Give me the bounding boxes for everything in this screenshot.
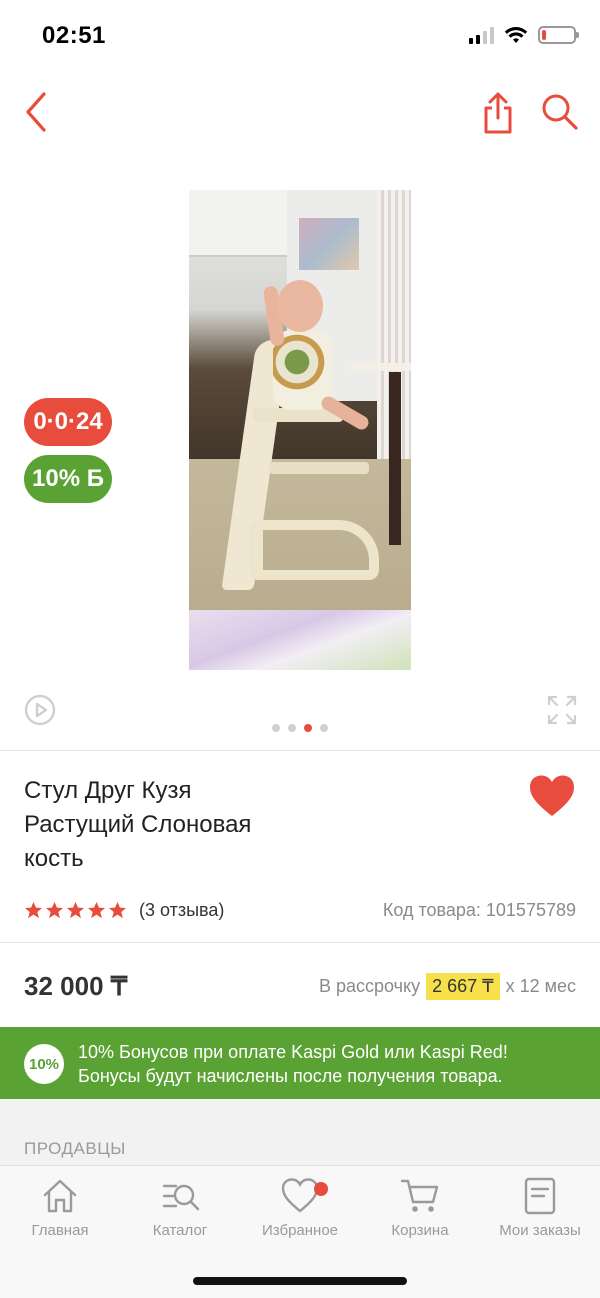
back-chevron-icon[interactable] xyxy=(16,90,60,134)
bonus-banner[interactable]: 10% 10% Бонусов при оплате Kaspi Gold ил… xyxy=(0,1027,600,1099)
installment-suffix: x 12 мес xyxy=(505,975,576,996)
carousel-dots xyxy=(0,724,600,732)
star-icon xyxy=(24,901,43,918)
rating-row: (3 отзыва) Код товара: 101575789 xyxy=(24,896,576,924)
product-code: Код товара: 101575789 xyxy=(382,899,576,920)
price-row: 32 000 ₸ В рассрочку 2 667 ₸ x 12 мес xyxy=(24,966,576,1006)
product-price: 32 000 ₸ xyxy=(24,970,128,1001)
tab-favorites[interactable]: Избранное xyxy=(240,1176,360,1246)
star-icon xyxy=(108,901,127,918)
installment-amount: 2 667 ₸ xyxy=(426,972,500,1000)
top-nav-bar xyxy=(0,80,600,144)
home-indicator[interactable] xyxy=(193,1277,407,1285)
catalog-icon xyxy=(162,1184,200,1211)
carousel-dot[interactable] xyxy=(288,724,296,732)
tab-orders[interactable]: Мои заказы xyxy=(480,1176,600,1246)
bonus-text: 10% Бонусов при оплате Kaspi Gold или Ka… xyxy=(78,1042,508,1086)
home-icon xyxy=(43,1179,77,1213)
search-icon[interactable] xyxy=(538,90,582,134)
status-icons xyxy=(469,26,579,44)
favorites-notification-dot xyxy=(314,1182,328,1196)
divider xyxy=(0,942,600,943)
installment-prefix: В рассрочку xyxy=(318,975,421,996)
favorite-heart-icon[interactable] xyxy=(528,774,576,818)
carousel-dot[interactable] xyxy=(272,724,280,732)
reviews-link[interactable]: (3 отзыва) xyxy=(139,900,224,921)
status-bar: 02:51 xyxy=(0,0,600,70)
wifi-icon xyxy=(504,27,528,43)
installment-info[interactable]: В рассрочку 2 667 ₸ x 12 мес xyxy=(318,972,576,1000)
signal-icon xyxy=(469,26,494,44)
star-icon xyxy=(66,901,85,918)
heart-outline-icon xyxy=(281,1178,319,1213)
product-title: Стул Друг Кузя Растущий Слоновая кость xyxy=(24,777,252,872)
carousel-dot[interactable] xyxy=(320,724,328,732)
status-time: 02:51 xyxy=(42,22,106,49)
rating-stars[interactable] xyxy=(24,901,127,920)
tab-catalog[interactable]: Каталог xyxy=(120,1176,240,1246)
tab-home[interactable]: Главная xyxy=(0,1176,120,1246)
tab-cart[interactable]: Корзина xyxy=(360,1176,480,1246)
orders-icon xyxy=(524,1177,556,1215)
bonus-percent-badge: 10% xyxy=(24,1044,64,1084)
sellers-section: ПРОДАВЦЫ xyxy=(0,1099,600,1165)
bonus-badge: 10% Б xyxy=(24,455,112,503)
divider xyxy=(0,750,600,751)
carousel-dot-active[interactable] xyxy=(304,724,312,732)
cart-icon xyxy=(400,1179,439,1212)
product-photo[interactable] xyxy=(189,190,411,670)
play-video-icon[interactable] xyxy=(24,694,56,726)
star-icon xyxy=(87,901,106,918)
sellers-title: ПРОДАВЦЫ xyxy=(24,1139,126,1158)
fullscreen-expand-icon[interactable] xyxy=(546,694,578,726)
battery-icon xyxy=(538,26,579,44)
share-icon[interactable] xyxy=(476,90,520,134)
star-icon xyxy=(45,901,64,918)
installment-badge: 0·0·24 xyxy=(24,398,112,446)
